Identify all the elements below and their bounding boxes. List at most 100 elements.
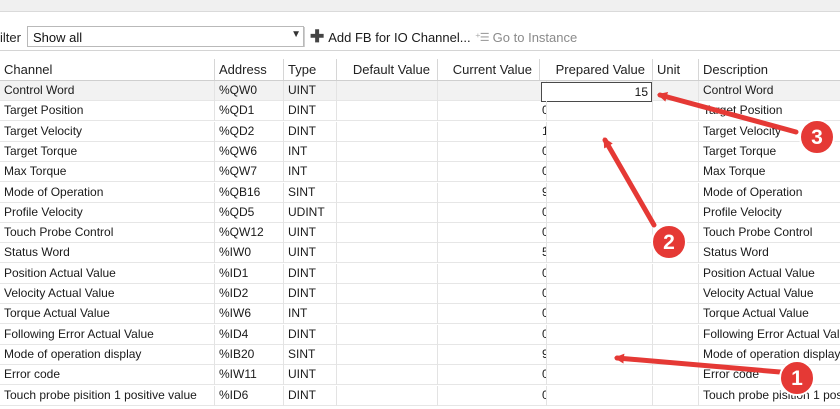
cell-current-value: 9 (438, 344, 547, 365)
cell-unit (653, 263, 699, 284)
table-row[interactable]: Profile Velocity%QD5UDINT0Profile Veloci… (0, 202, 840, 223)
table-row[interactable]: Target Velocity%QD2DINT1450Target Veloci… (0, 121, 840, 142)
cell-channel: Mode of Operation (0, 182, 215, 203)
cell-prepared-value[interactable] (540, 202, 653, 223)
go-to-instance-button[interactable]: ⁺☰ Go to Instance (475, 28, 577, 46)
table-row[interactable]: Torque Actual Value%IW6INT0Torque Actual… (0, 304, 840, 325)
cell-prepared-value[interactable] (540, 344, 653, 365)
cell-description: Target Position (703, 103, 783, 118)
cell-channel: Status Word (0, 243, 215, 264)
cell-default-value (337, 263, 438, 284)
cell-default-value (337, 101, 438, 122)
table-row[interactable]: Error code%IW11UINT0Error code (0, 365, 840, 386)
column-header-type[interactable]: Type (284, 59, 337, 80)
cell-prepared-value[interactable] (540, 263, 653, 284)
cell-current-value: 536 (438, 243, 547, 264)
table-row[interactable]: Touch probe pisition 1 positive value %ID… (0, 385, 840, 406)
table-row[interactable]: Position Actual Value%ID1DINT0Position A… (0, 263, 840, 284)
cell-type: DINT (284, 121, 337, 142)
cell-current-value: 0 (438, 365, 547, 386)
cell-description: Error code (703, 367, 760, 382)
cell-unit (653, 223, 699, 244)
cell-address: %IW0 (215, 243, 284, 264)
dropdown-arrow-icon[interactable]: ▼ (291, 29, 301, 40)
cell-prepared-value[interactable] (540, 243, 653, 264)
cell-prepared-value[interactable] (540, 385, 653, 406)
cell-unit (653, 324, 699, 345)
cell-prepared-value[interactable] (540, 121, 653, 142)
column-header-unit[interactable]: Unit (653, 59, 699, 80)
cell-prepared-value[interactable] (540, 101, 653, 122)
add-fb-label: Add FB for IO Channel... (328, 29, 471, 45)
cell-description: Max Torque (703, 164, 766, 179)
cell-channel: Touch probe pisition 1 positive value (0, 385, 215, 406)
cell-default-value (337, 365, 438, 386)
cell-current-value: 1450 (438, 121, 547, 142)
cell-address: %QD1 (215, 101, 284, 122)
cell-channel: Torque Actual Value (0, 304, 215, 325)
cell-prepared-value[interactable] (540, 223, 653, 244)
cell-description: Target Velocity (703, 123, 782, 138)
cell-prepared-value[interactable] (540, 304, 653, 325)
column-header-channel[interactable]: Channel (0, 59, 215, 80)
filter-dropdown[interactable]: Show all ▼ (27, 26, 304, 47)
toolbar: ilter Show all ▼ ✚ Add FB for IO Channel… (0, 24, 840, 51)
cell-unit (653, 81, 699, 101)
cell-type: DINT (284, 324, 337, 345)
cell-current-value: 0 (438, 162, 547, 183)
cell-default-value (337, 324, 438, 345)
column-header-default-value[interactable]: Default Value (337, 59, 438, 80)
cell-type: DINT (284, 101, 337, 122)
cell-unit (653, 202, 699, 223)
table-row[interactable]: Mode of Operation%QB16SINT9Mode of Opera… (0, 182, 840, 203)
cell-address: %ID6 (215, 385, 284, 406)
cell-channel: Profile Velocity (0, 202, 215, 223)
cell-type: INT (284, 162, 337, 183)
table-row[interactable]: Velocity Actual Value%ID2DINT0Velocity A… (0, 284, 840, 304)
cell-channel: Velocity Actual Value (0, 284, 215, 304)
cell-default-value (337, 121, 438, 142)
table-row[interactable]: Status Word%IW0UINT536Status Word (0, 243, 840, 264)
toolbar-separator (304, 27, 305, 47)
cell-current-value: 0 (438, 223, 547, 244)
column-header-current-value[interactable]: Current Value (438, 59, 540, 80)
table-row[interactable]: Max Torque%QW7INT0Max Torque (0, 162, 840, 183)
cell-unit (653, 162, 699, 183)
table-row[interactable]: Mode of operation display%IB20SINT9Mode … (0, 344, 840, 365)
cell-address: %QB16 (215, 182, 284, 203)
cell-prepared-value[interactable] (540, 324, 653, 345)
cell-current-value: 0 (438, 263, 547, 284)
plus-icon: ✚ (310, 27, 325, 46)
cell-address: %ID4 (215, 324, 284, 345)
cell-prepared-value[interactable] (540, 162, 653, 183)
go-to-instance-icon: ⁺☰ (475, 31, 490, 44)
cell-current-value: 0 (438, 141, 547, 162)
table-row[interactable]: Target Torque%QW6INT0Target Torque (0, 141, 840, 162)
cell-type: UINT (284, 223, 337, 244)
cell-description: Mode of Operation (703, 184, 803, 199)
table-row[interactable]: Following Error Actual Value%ID4DINT0Fol… (0, 324, 840, 345)
cell-current-value: 0 (438, 284, 547, 304)
cell-prepared-value[interactable] (540, 141, 653, 162)
cell-type: UINT (284, 243, 337, 264)
table-row[interactable]: Target Position%QD1DINT0Target Position (0, 101, 840, 122)
table-row[interactable]: Control Word%QW0UINT015Control Word (0, 81, 840, 102)
column-header-address[interactable]: Address (215, 59, 284, 80)
cell-current-value: 0 (438, 202, 547, 223)
cell-channel: Target Velocity (0, 121, 215, 142)
cell-description: Touch Probe Control (703, 225, 813, 240)
cell-description: Following Error Actual Value (703, 326, 840, 341)
cell-unit (653, 182, 699, 203)
cell-unit (653, 101, 699, 122)
cell-prepared-value[interactable] (540, 182, 653, 203)
column-header-description[interactable]: Description (699, 59, 840, 80)
table-row[interactable]: Touch Probe Control%QW12UINT0Touch Probe… (0, 223, 840, 244)
cell-prepared-value[interactable] (540, 81, 653, 101)
cell-prepared-value[interactable] (540, 284, 653, 304)
column-header-prepared-value[interactable]: Prepared Value (540, 59, 653, 80)
cell-prepared-value[interactable] (540, 365, 653, 386)
cell-channel: Max Torque (0, 162, 215, 183)
filter-value: Show all (33, 30, 83, 45)
add-fb-button[interactable]: ✚ Add FB for IO Channel... (310, 28, 471, 46)
cell-description: Touch probe pisition 1 positive value (703, 387, 840, 402)
